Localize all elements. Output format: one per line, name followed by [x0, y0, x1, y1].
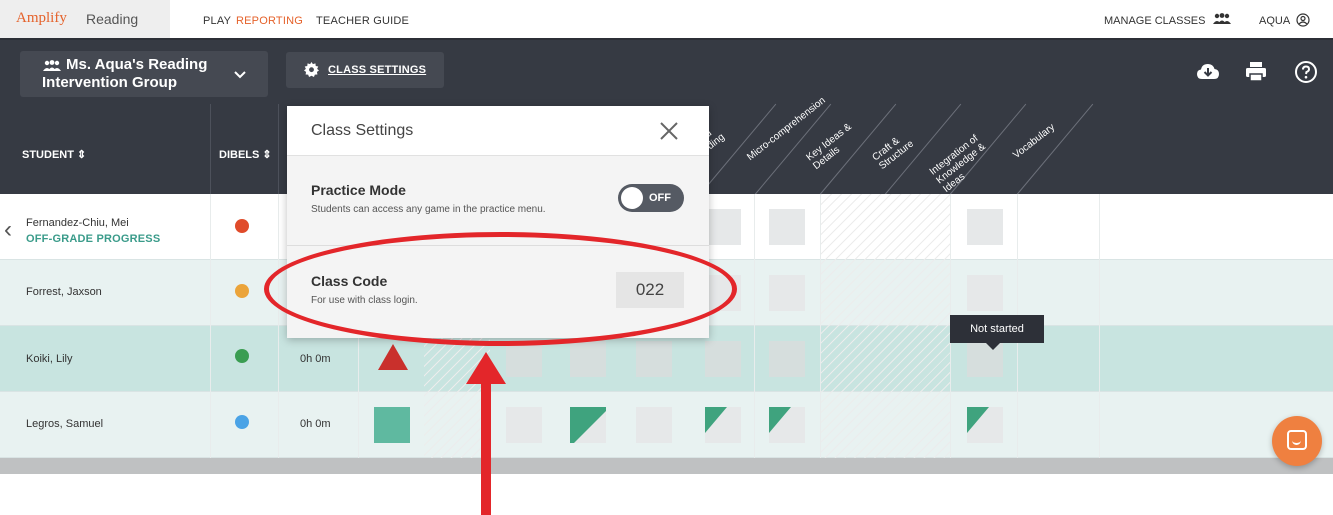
column-divider	[210, 104, 211, 194]
progress-cell[interactable]	[769, 209, 805, 245]
progress-cell[interactable]	[769, 275, 805, 311]
class-name: Ms. Aqua's Reading Intervention Group	[42, 56, 208, 91]
help-icon[interactable]	[1294, 60, 1318, 84]
progress-cell[interactable]	[506, 341, 542, 377]
class-selector[interactable]: Ms. Aqua's Reading Intervention Group	[20, 51, 268, 97]
not-applicable-cell	[821, 194, 950, 458]
user-name: AQUA	[1259, 15, 1290, 27]
chevron-down-icon	[234, 71, 246, 79]
print-icon[interactable]	[1244, 60, 1268, 84]
column-divider	[1099, 194, 1100, 458]
nav-link-teacher-guide[interactable]: TEACHER GUIDE	[316, 15, 409, 27]
practice-mode-toggle[interactable]: OFF	[618, 184, 684, 212]
manage-classes-label: MANAGE CLASSES	[1104, 15, 1206, 27]
brand[interactable]: Amplify Reading	[0, 0, 170, 38]
column-header-integration[interactable]: Integration of Knowledge & Ideas	[928, 125, 1005, 195]
column-header-dibels[interactable]: DIBELS ⇕	[219, 148, 272, 161]
top-navigation: Amplify Reading PLAY REPORTING TEACHER G…	[0, 0, 1333, 40]
popup-header: Class Settings	[287, 106, 709, 156]
progress-cell[interactable]	[967, 275, 1003, 311]
toggle-state: OFF	[649, 192, 671, 204]
dibels-indicator	[235, 415, 249, 429]
gear-icon	[304, 62, 319, 77]
nav-link-play[interactable]: PLAY	[203, 15, 231, 27]
column-divider	[210, 194, 211, 458]
popup-title: Class Settings	[311, 122, 414, 139]
chat-icon	[1287, 430, 1307, 450]
column-divider	[278, 104, 279, 194]
progress-cell[interactable]	[769, 341, 805, 377]
progress-cell[interactable]	[636, 407, 672, 443]
report-toolbar: Ms. Aqua's Reading Intervention Group CL…	[0, 40, 1333, 104]
column-header-craft-structure[interactable]: Craft & Structure	[870, 119, 929, 172]
warning-triangle-icon[interactable]	[376, 342, 410, 372]
column-divider	[278, 194, 279, 458]
progress-cell-mostly[interactable]	[570, 407, 606, 443]
chevron-left-icon[interactable]: ‹	[4, 216, 12, 244]
chat-button[interactable]	[1272, 416, 1322, 466]
progress-cell-partial[interactable]	[705, 407, 741, 443]
progress-cell-partial[interactable]	[967, 407, 1003, 443]
close-icon[interactable]	[659, 121, 679, 141]
progress-cell-complete[interactable]	[374, 407, 410, 443]
brand-product: Reading	[86, 11, 139, 27]
user-icon	[1296, 13, 1310, 27]
dibels-indicator	[235, 349, 249, 363]
practice-mode-description: Students can access any game in the prac…	[311, 204, 546, 215]
column-header-student[interactable]: STUDENT ⇕	[22, 148, 86, 161]
practice-mode-title: Practice Mode	[311, 182, 406, 198]
column-divider	[754, 194, 755, 458]
download-icon[interactable]	[1196, 60, 1220, 84]
dibels-indicator	[235, 219, 249, 233]
student-name[interactable]: Forrest, Jaxson	[26, 286, 102, 298]
manage-classes-link[interactable]: MANAGE CLASSES	[1104, 13, 1232, 27]
student-status[interactable]: OFF-GRADE PROGRESS	[26, 233, 160, 245]
progress-cell[interactable]	[967, 209, 1003, 245]
class-settings-label: CLASS SETTINGS	[328, 64, 427, 76]
class-settings-button[interactable]: CLASS SETTINGS	[286, 52, 444, 88]
student-name[interactable]: Koiki, Lily	[26, 353, 72, 365]
student-name[interactable]: Fernandez-Chiu, Mei	[26, 217, 129, 229]
time-spent: 0h 0m	[300, 353, 331, 365]
brand-logo: Amplify	[16, 10, 67, 26]
progress-cell[interactable]	[506, 407, 542, 443]
tooltip: Not started	[950, 315, 1044, 343]
toggle-knob	[621, 187, 643, 209]
progress-cell[interactable]	[636, 341, 672, 377]
horizontal-scrollbar[interactable]	[0, 458, 1333, 474]
annotation-circle	[264, 232, 737, 346]
nav-link-reporting[interactable]: REPORTING	[236, 15, 303, 27]
progress-cell[interactable]	[705, 341, 741, 377]
people-icon	[1212, 13, 1231, 24]
tooltip-arrow	[986, 343, 1000, 350]
progress-cell[interactable]	[705, 209, 741, 245]
user-menu[interactable]: AQUA	[1259, 13, 1310, 27]
progress-cell[interactable]	[570, 341, 606, 377]
student-name[interactable]: Legros, Samuel	[26, 418, 103, 430]
dibels-indicator	[235, 284, 249, 298]
annotation-arrow-shaft	[481, 380, 491, 515]
time-spent: 0h 0m	[300, 418, 331, 430]
progress-cell-partial[interactable]	[769, 407, 805, 443]
